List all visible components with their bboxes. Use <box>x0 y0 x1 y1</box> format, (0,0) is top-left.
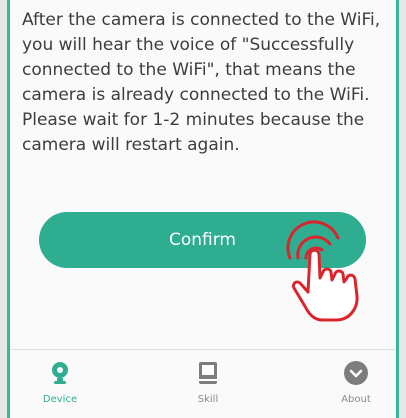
tab-device-label: Device <box>42 394 78 405</box>
tab-skill-label: Skill <box>197 394 219 405</box>
tab-device[interactable]: Device <box>20 360 100 415</box>
confirm-button-label: Confirm <box>168 230 236 250</box>
book-icon <box>199 362 217 384</box>
tab-skill[interactable]: Skill <box>168 360 248 415</box>
instruction-text: After the camera is connected to the WiF… <box>22 10 381 155</box>
chevron-circle-icon <box>344 361 368 385</box>
app-screen: After the camera is connected to the WiF… <box>7 0 399 418</box>
tap-hand-icon <box>286 220 359 322</box>
tab-about[interactable]: About <box>316 360 396 415</box>
camera-icon <box>52 362 68 384</box>
tab-about-label: About <box>341 394 371 405</box>
bottom-tab-bar: Device Skill About <box>10 349 396 418</box>
